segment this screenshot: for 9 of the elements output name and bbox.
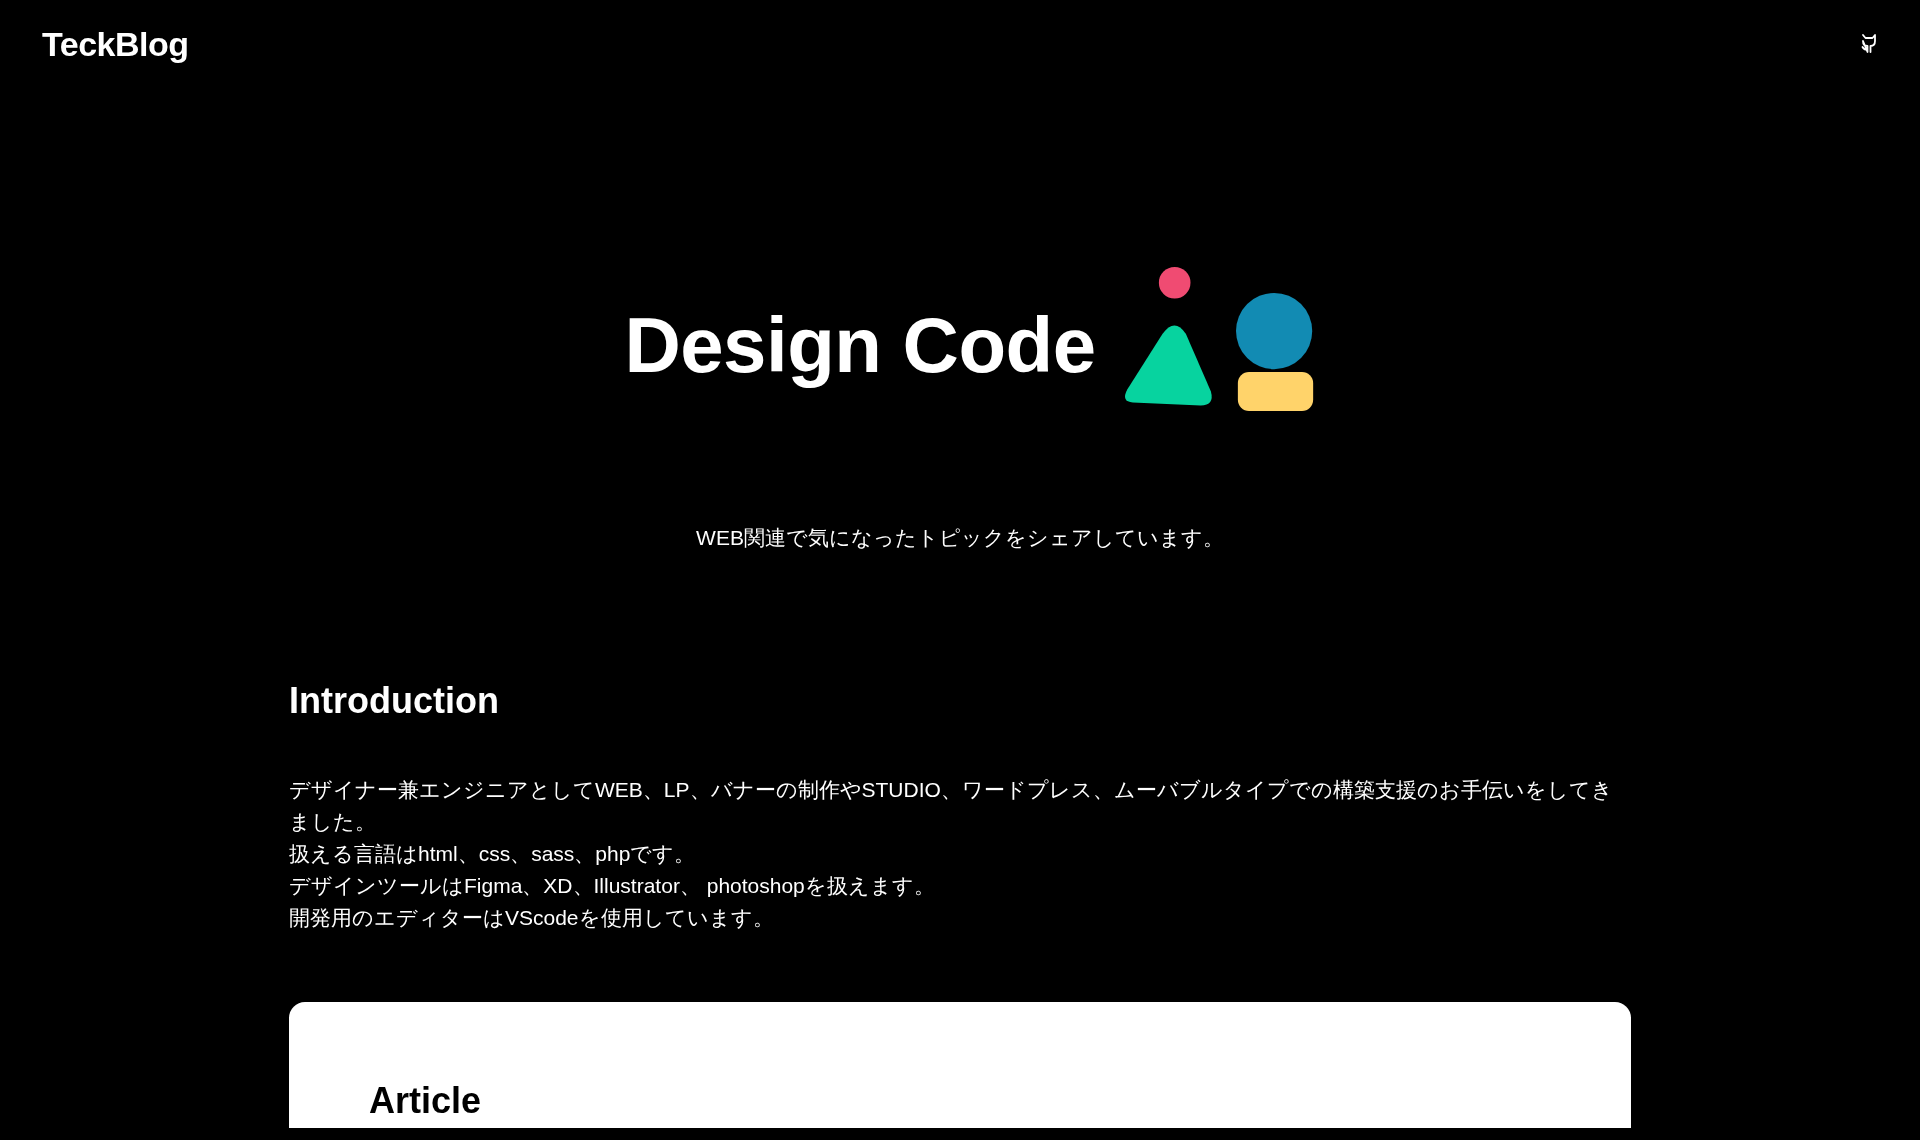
section-heading: Article [369, 1080, 483, 1122]
section-heading: Introduction [289, 680, 500, 722]
intro-text: デザインツールはFigma、XD、Illustrator、 photoshopを扱えます。 [289, 873, 936, 899]
intro-text: 扱える言語はhtml、css、sass、phpです。 [289, 841, 697, 867]
intro-text: 開発用のエディターはVScodeを使用しています。 [289, 905, 775, 931]
intro-text: デザイナー兼エンジニアとしてWEB、LP、バナーの制作やSTUDIO、ワードプレス、ムーバブルタイプでの構築支援のお手伝いをしてきました。 [289, 777, 1614, 835]
tagline: WEB関連で気になったトピックをシェアしています。 [696, 525, 1224, 551]
hero-title: Design Code [624, 299, 1096, 391]
site-logo[interactable]: TeckBlog [42, 24, 189, 64]
